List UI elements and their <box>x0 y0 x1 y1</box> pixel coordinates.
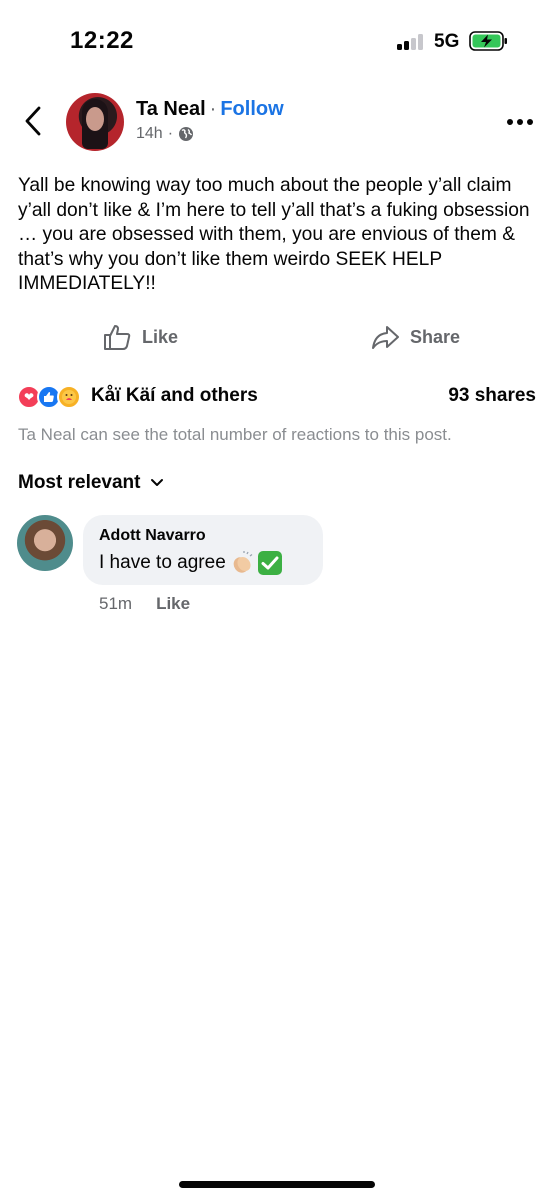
more-options-icon[interactable] <box>506 118 534 126</box>
post-actions: Like Share <box>0 322 554 360</box>
status-time: 12:22 <box>70 27 134 54</box>
thumbs-up-icon <box>104 325 131 350</box>
author-name[interactable]: Ta Neal <box>136 98 206 120</box>
reactors-text[interactable]: Kåï Käí and others <box>91 385 258 407</box>
comment-like-button[interactable]: Like <box>156 594 190 614</box>
back-arrow-icon[interactable] <box>20 104 48 138</box>
comment-age[interactable]: 51m <box>99 594 132 614</box>
comment-bubble[interactable]: Adott Navarro I have to agree <box>83 515 323 585</box>
home-indicator[interactable] <box>179 1181 375 1188</box>
reaction-visibility-note: Ta Neal can see the total number of reac… <box>18 425 452 444</box>
check-mark-icon <box>257 551 282 575</box>
chevron-down-icon <box>151 479 164 486</box>
care-icon <box>57 385 81 409</box>
author-avatar[interactable] <box>66 93 124 151</box>
share-button[interactable]: Share <box>370 322 460 352</box>
shares-count[interactable]: 93 shares <box>448 385 536 407</box>
sort-label: Most relevant <box>18 472 141 493</box>
clapping-hands-icon <box>233 551 253 573</box>
signal-strength-icon <box>397 34 425 50</box>
post-header: Ta Neal · Follow 14h · <box>0 88 554 152</box>
comment-meta: 51m Like <box>99 594 190 614</box>
post-meta: 14h · <box>136 125 194 143</box>
like-button[interactable]: Like <box>102 322 178 352</box>
post-age[interactable]: 14h <box>136 125 163 143</box>
comment-text: I have to agree <box>99 551 307 575</box>
comment-sort-dropdown[interactable]: Most relevant <box>18 472 164 494</box>
comment-body: I have to agree <box>99 552 226 573</box>
follow-button[interactable]: Follow <box>220 98 283 120</box>
commenter-avatar[interactable] <box>17 515 73 571</box>
meta-separator: · <box>167 125 174 142</box>
commenter-name[interactable]: Adott Navarro <box>99 527 307 545</box>
share-arrow-icon <box>372 326 399 349</box>
reactions-summary: ❤ Kåï Käí and others 93 shares <box>0 383 554 411</box>
battery-charging-icon <box>469 31 507 51</box>
reaction-icons[interactable]: ❤ <box>17 385 81 409</box>
author-line: Ta Neal · Follow <box>136 98 284 121</box>
author-separator: · <box>209 98 217 120</box>
network-type: 5G <box>434 31 460 52</box>
status-bar: 12:22 5G <box>0 0 554 80</box>
share-label: Share <box>410 326 461 347</box>
like-label: Like <box>142 326 179 347</box>
globe-icon <box>179 127 194 141</box>
post-text: Yall be knowing way too much about the p… <box>18 175 530 295</box>
